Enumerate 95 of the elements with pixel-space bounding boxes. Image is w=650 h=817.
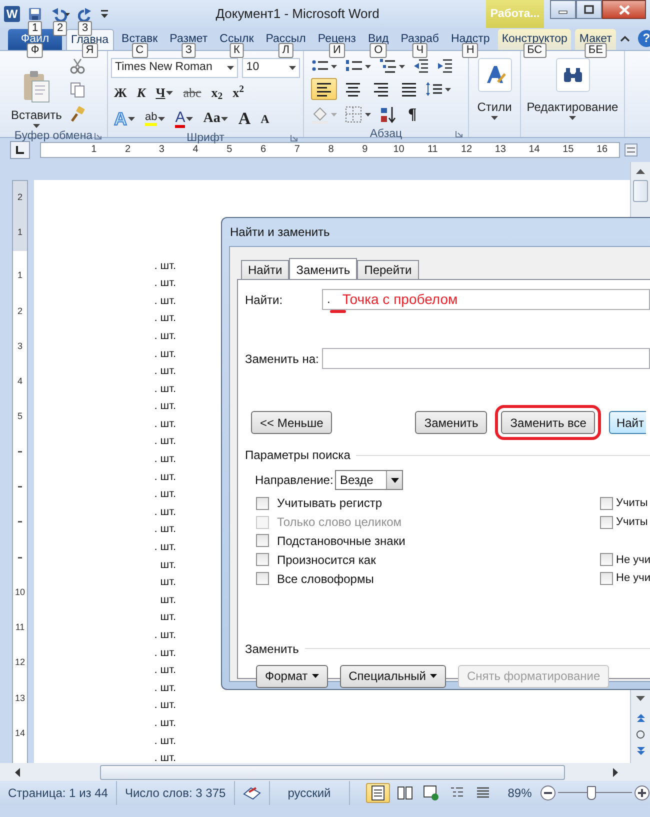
document-text: . шт. (153, 716, 176, 731)
ruler-number: 11 (14, 621, 26, 634)
ruler-number: 3 (16, 340, 24, 353)
styles-label: Стили (477, 98, 512, 116)
document-text: . шт. (153, 698, 176, 714)
field-label: Найти: (245, 292, 284, 308)
keytip-tooltip: 3 (78, 21, 92, 36)
document-text: . шт. (153, 416, 176, 432)
field-label: Заменить на: (245, 350, 320, 368)
ruler-number: 14 (528, 142, 541, 157)
document-text: шт. (159, 592, 176, 608)
keytip-tooltip: З (181, 42, 196, 58)
document-text: . шт. (153, 364, 176, 380)
document-text: . шт. (153, 734, 176, 749)
ruler-number: 7 (293, 142, 301, 157)
group-label: Буфер обмена (14, 128, 93, 144)
ruler-number: 1 (16, 226, 24, 240)
ruler-number: 6 (260, 142, 268, 157)
app-logo: W (4, 6, 20, 22)
ruler-number: 1 (90, 142, 98, 157)
ruler-number: 16 (596, 142, 609, 157)
section-label: Параметры поиска (245, 447, 350, 464)
keytip-tooltip: БС (523, 42, 546, 58)
ruler-number: 5 (226, 142, 234, 157)
ruler-number: 8 (327, 142, 335, 157)
document-text: . шт. (153, 434, 176, 450)
document-text: . шт. (153, 487, 176, 502)
annotation-text: Точка с пробелом (342, 291, 458, 308)
document-text: . шт. (153, 311, 176, 326)
ruler-number: 13 (14, 692, 26, 705)
document-text: . шт. (153, 382, 176, 397)
document-text: . шт. (153, 646, 176, 661)
document-text: . шт. (153, 680, 176, 696)
option-label: Не учи (616, 552, 650, 568)
option-label: Все словоформы (277, 570, 374, 588)
section-label: Заменить (245, 640, 299, 658)
window-title: Документ1 - Microsoft Word (214, 5, 380, 24)
document-text: шт. (159, 610, 176, 626)
ruler-number: 2 (124, 142, 132, 157)
ruler-number: 10 (392, 142, 406, 157)
document-text: . шт. (153, 522, 176, 538)
keytip-tooltip: Ч (412, 42, 428, 58)
option-label: Только слово целиком (277, 514, 402, 532)
option-label: Подстановочные знаки (277, 532, 406, 550)
ruler-number: 12 (14, 656, 26, 670)
editing-label: Редактирование (526, 98, 618, 116)
option-label: Учитывать регистр (277, 495, 382, 512)
ruler-number: 5 (16, 410, 24, 424)
ruler-number: 2 (16, 304, 24, 318)
keytip-tooltip: О (370, 42, 387, 58)
dialog-title: Найти и заменить (229, 224, 331, 241)
keytip-tooltip: Л (278, 42, 294, 58)
ruler-number: 4 (192, 144, 200, 157)
keytip-tooltip: К (230, 42, 244, 58)
document-text: . шт. (153, 751, 176, 766)
option-label: Учиты (616, 514, 648, 530)
ruler-number: 9 (361, 142, 369, 157)
document-text: . шт. (153, 540, 176, 556)
document-text: . шт. (153, 399, 176, 414)
ruler-number: 12 (460, 142, 474, 157)
keytip-tooltip: Я (82, 42, 98, 58)
document-text: шт. (159, 558, 176, 573)
field-label: Направление: (255, 472, 334, 489)
keytip-tooltip: 1 (28, 21, 42, 36)
document-text: . шт. (153, 328, 176, 344)
ruler-number: 14 (14, 726, 26, 740)
document-text: . шт. (153, 346, 176, 362)
document-text: . шт. (153, 294, 176, 309)
option-label: Произносится как (277, 552, 376, 569)
document-text: шт. (159, 575, 176, 590)
ruler-number: 3 (158, 142, 166, 157)
document-text: . шт. (153, 258, 176, 274)
option-label: Учиты (616, 496, 648, 512)
ruler-number: 13 (494, 142, 507, 157)
contextual-group-label: Работа... (486, 0, 544, 28)
document-text: . шт. (153, 663, 176, 678)
keytip-tooltip: И (328, 42, 345, 58)
ruler-number: 2 (16, 191, 24, 204)
ruler-number: 15 (562, 142, 575, 157)
document-text: . шт. (153, 504, 176, 520)
keytip-tooltip: 2 (52, 21, 68, 36)
group-label: Абзац (370, 126, 402, 142)
keytip-tooltip: Ф (26, 42, 44, 58)
group-label: Шрифт (186, 130, 224, 145)
ruler-number: 10 (14, 586, 26, 600)
document-text: . шт. (153, 276, 176, 292)
ruler-number: 4 (16, 374, 24, 388)
keytip-tooltip: С (132, 42, 148, 58)
keytip-tooltip: Н (462, 42, 478, 58)
ruler-number: 11 (426, 142, 439, 157)
document-text: . шт. (153, 452, 176, 468)
document-text: . шт. (153, 628, 176, 644)
ruler-number: 1 (16, 269, 24, 282)
document-text: . шт. (153, 470, 176, 485)
option-label: Не учи (616, 571, 650, 586)
